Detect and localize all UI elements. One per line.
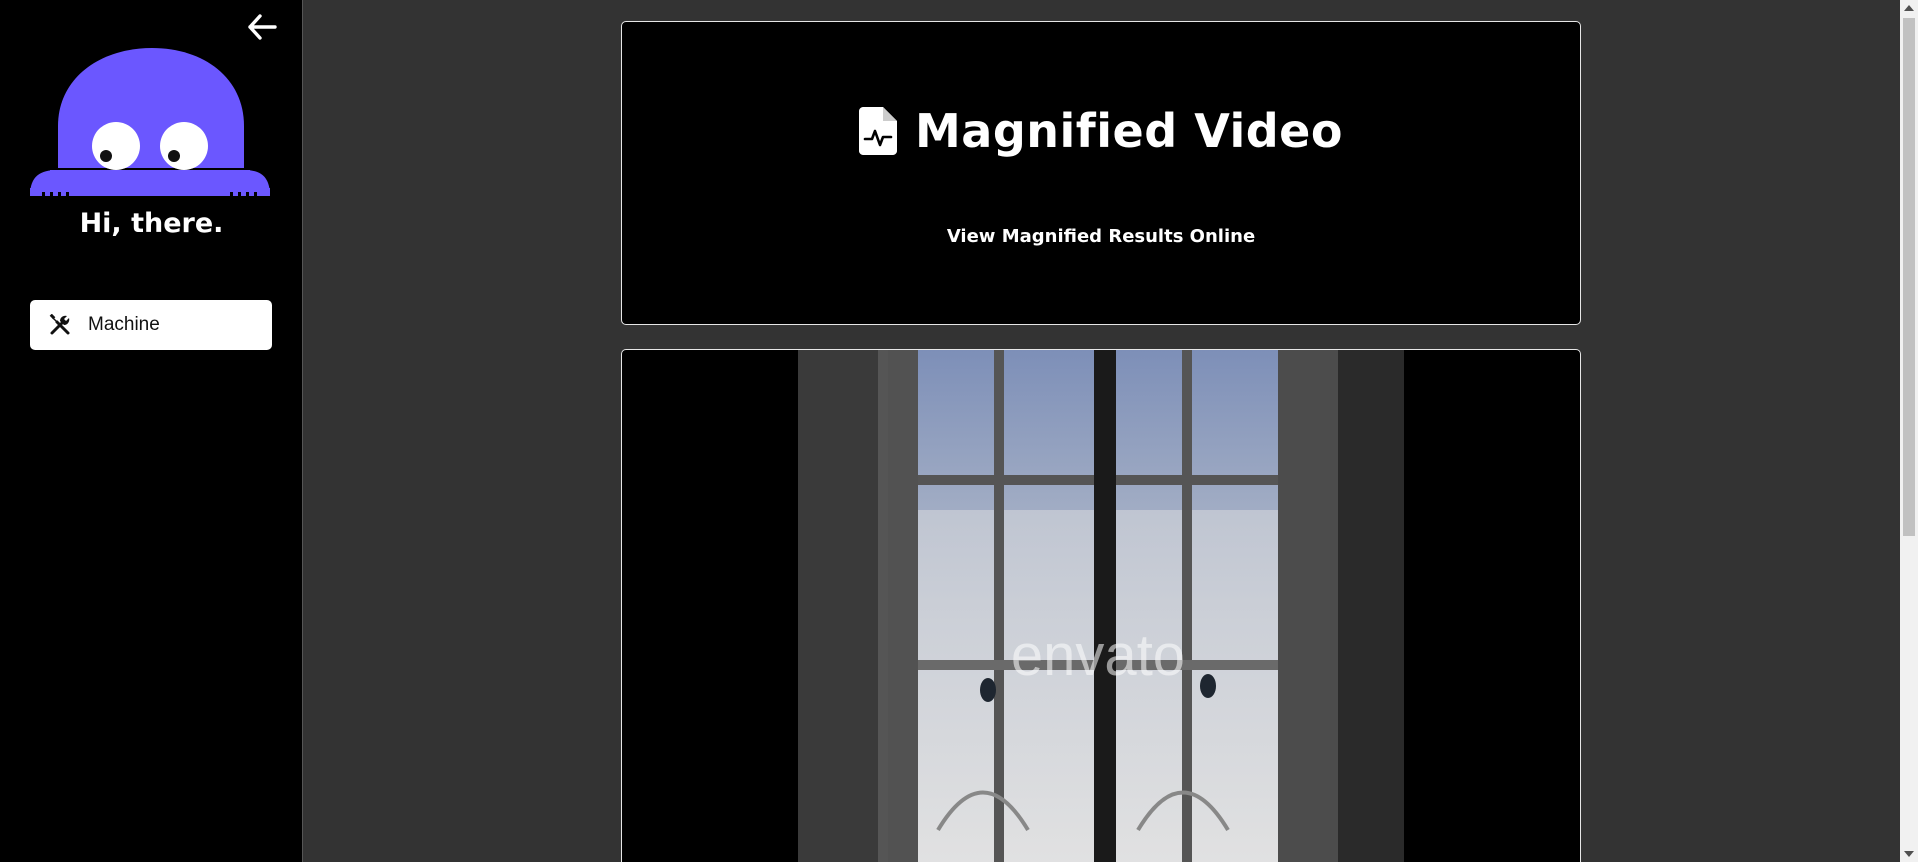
vertical-scrollbar[interactable]	[1900, 0, 1918, 862]
sidebar-item-label: Machine	[88, 314, 160, 335]
back-button[interactable]	[244, 12, 280, 46]
sidebar-item-machine[interactable]: Machine	[30, 300, 272, 350]
view-results-link[interactable]: View Magnified Results Online	[622, 226, 1580, 247]
scroll-thumb[interactable]	[1903, 18, 1915, 536]
video-card: envato	[621, 349, 1581, 862]
main-content: Magnified Video View Magnified Results O…	[303, 0, 1900, 862]
scroll-down-icon[interactable]	[1900, 846, 1918, 862]
header-card: Magnified Video View Magnified Results O…	[621, 21, 1581, 325]
video-player[interactable]: envato	[798, 350, 1404, 862]
sidebar: Hi, there. Machine	[0, 0, 303, 862]
title-row: Magnified Video	[622, 104, 1580, 158]
file-waveform-icon	[859, 107, 898, 155]
greeting-text: Hi, there.	[79, 208, 224, 239]
mascot-logo	[30, 48, 270, 196]
scroll-up-icon[interactable]	[1900, 0, 1918, 16]
arrow-left-icon	[247, 14, 277, 44]
tools-icon	[48, 313, 72, 337]
app-root: Hi, there. Machine Magnified Video View …	[0, 0, 1918, 862]
watermark-text: envato	[1011, 623, 1185, 688]
page-title: Magnified Video	[915, 104, 1343, 158]
